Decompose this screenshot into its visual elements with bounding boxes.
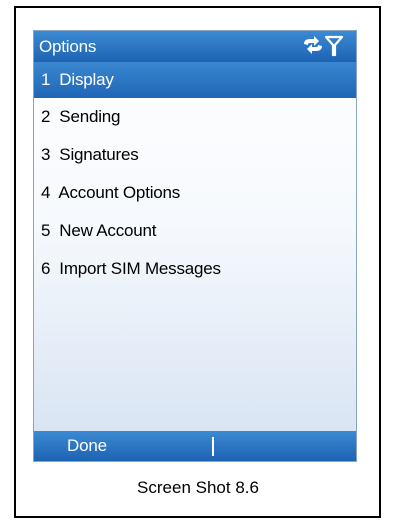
menu-item-account-options[interactable]: 4 Account Options bbox=[34, 174, 356, 212]
menu-item-label: 6 Import SIM Messages bbox=[41, 259, 221, 278]
done-softkey[interactable]: Done bbox=[67, 436, 107, 456]
data-sync-icon bbox=[304, 36, 322, 54]
status-icons-graphic bbox=[304, 35, 344, 57]
menu-item-display[interactable]: 1 Display bbox=[34, 62, 356, 98]
softkey-bar: Done bbox=[34, 431, 356, 461]
menu-item-label: 2 Sending bbox=[41, 107, 121, 126]
menu-item-label: 4 Account Options bbox=[41, 183, 181, 202]
options-menu: 1 Display 2 Sending 3 Signatures 4 Accou… bbox=[34, 62, 356, 288]
menu-item-label: 3 Signatures bbox=[41, 145, 139, 164]
status-icons bbox=[300, 35, 346, 57]
figure-caption: Screen Shot 8.6 bbox=[137, 478, 259, 497]
screen-title: Options bbox=[39, 37, 97, 56]
menu-item-signatures[interactable]: 3 Signatures bbox=[34, 136, 356, 174]
menu-item-sending[interactable]: 2 Sending bbox=[34, 98, 356, 136]
signal-antenna-icon bbox=[324, 35, 344, 57]
menu-item-import-sim-messages[interactable]: 6 Import SIM Messages bbox=[34, 250, 356, 288]
menu-item-new-account[interactable]: 5 New Account bbox=[34, 212, 356, 250]
menu-item-label: 1 Display bbox=[41, 70, 114, 89]
title-bar: Options bbox=[34, 31, 356, 62]
phone-screen: Options 1 Display 2 Sending 3 Signatures bbox=[33, 30, 357, 462]
menu-item-label: 5 New Account bbox=[41, 221, 157, 240]
softkey-divider bbox=[212, 437, 214, 456]
